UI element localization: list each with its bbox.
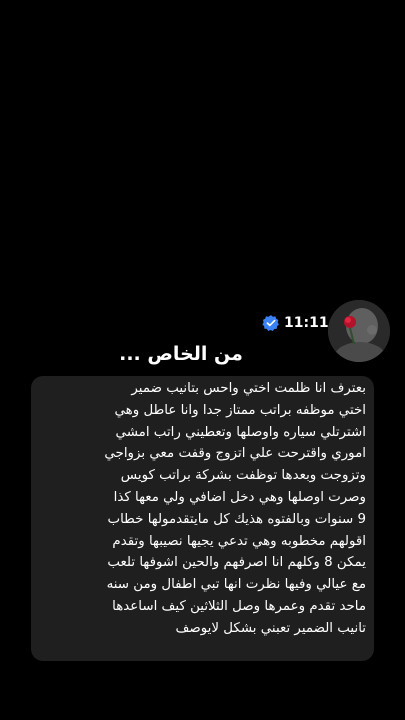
message-line: وتزوجت وبعدها توظفت بشركة براتب كويس <box>120 468 366 484</box>
message-line: اقولهم مخطوبه وهي تدعي يجيها نصيبها وتقد… <box>112 533 366 549</box>
message-line: يمكن 8 وكلهم انا اصرفهم والحين اشوفها تل… <box>107 555 366 571</box>
avatar-photo <box>328 300 390 362</box>
message-line: وصرت اوصلها وهي دخل اضافي ولي معها كذا <box>113 489 366 505</box>
verified-badge-icon <box>262 315 279 331</box>
message-line: اشترتلي سياره واوصلها وتعطيني راتب امشي <box>115 424 366 440</box>
message-line: بعترف انا ظلمت اختي واحس بتانيب ضمير <box>131 381 366 396</box>
story-screen: 11:11 من الخاص ... بعترف انا ظلمت اختي و… <box>0 0 405 720</box>
post-title: من الخاص ... <box>119 343 243 365</box>
message-bubble: بعترف انا ظلمت اختي واحس بتانيب ضمير اخت… <box>31 376 374 661</box>
message-line: تانيب الضمير تعبني بشكل لايوصف <box>175 620 366 636</box>
story-time-row: 11:11 <box>262 313 329 333</box>
message-line: 9 سنوات وبالفتوه هذيك كل مايتقدمولها خطا… <box>107 511 367 527</box>
message-line: اموري واقترحت علي اتزوج وقفت معي بزواجي <box>104 446 366 462</box>
story-time: 11:11 <box>284 315 329 331</box>
profile-avatar[interactable] <box>328 300 390 362</box>
message-line: اختي موظفه براتب ممتاز جدا وانا عاطل وهي <box>114 402 367 418</box>
message-line: مع عيالي وفيها نظرت انها تبي اطفال ومن س… <box>106 577 366 593</box>
message-line: ماحد تقدم وعمرها وصل الثلاثين كيف اساعده… <box>112 598 366 614</box>
